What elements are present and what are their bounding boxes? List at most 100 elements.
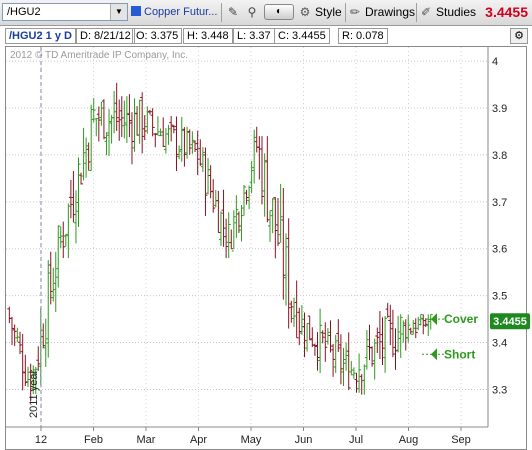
candle bbox=[177, 145, 182, 160]
candle bbox=[150, 108, 155, 137]
candle bbox=[174, 116, 179, 172]
candle bbox=[351, 367, 356, 379]
candle bbox=[257, 136, 262, 180]
candle bbox=[36, 346, 41, 371]
candle bbox=[359, 374, 364, 395]
candle bbox=[71, 170, 76, 223]
candle bbox=[226, 212, 231, 259]
candle bbox=[200, 147, 205, 172]
candle bbox=[367, 324, 372, 361]
candle bbox=[206, 158, 211, 195]
candle bbox=[346, 332, 351, 391]
annotation-label: Cover bbox=[444, 312, 478, 326]
candle bbox=[244, 189, 249, 205]
candle bbox=[153, 132, 158, 148]
candle bbox=[265, 136, 270, 223]
candle bbox=[163, 127, 168, 154]
candle bbox=[96, 106, 101, 142]
candle bbox=[76, 157, 81, 227]
candle bbox=[112, 90, 117, 134]
candle bbox=[416, 316, 421, 331]
x-tick-label: Jul bbox=[349, 434, 363, 446]
candle bbox=[41, 323, 46, 349]
candle bbox=[362, 364, 367, 395]
candle bbox=[161, 117, 166, 147]
candle bbox=[426, 314, 431, 337]
candle bbox=[137, 99, 142, 144]
candle bbox=[286, 218, 291, 329]
candle bbox=[182, 127, 187, 167]
candle bbox=[310, 327, 315, 348]
candle bbox=[114, 82, 119, 131]
candle bbox=[135, 106, 140, 136]
candle bbox=[331, 343, 336, 377]
candle bbox=[323, 322, 328, 362]
candle bbox=[221, 189, 226, 247]
y-tick-label: 3.5 bbox=[492, 291, 507, 303]
candle bbox=[318, 308, 323, 374]
candle bbox=[89, 104, 94, 171]
y-tick-label: 3.4 bbox=[492, 338, 507, 350]
candle bbox=[132, 98, 137, 152]
candle bbox=[46, 260, 51, 358]
x-tick-label: Apr bbox=[190, 434, 207, 446]
x-tick-label: Sep bbox=[451, 434, 471, 446]
candle bbox=[58, 226, 63, 249]
candle bbox=[66, 203, 71, 259]
candle bbox=[357, 353, 362, 393]
candle bbox=[421, 314, 426, 335]
candle bbox=[401, 320, 406, 343]
candle bbox=[328, 320, 333, 353]
candle bbox=[239, 205, 244, 242]
candle bbox=[79, 172, 84, 185]
candle bbox=[305, 323, 310, 352]
x-tick-label: May bbox=[241, 434, 262, 446]
candle bbox=[218, 211, 223, 246]
price-chart[interactable]: 2011 year 3.3 3.4 3.5 3.6 3.7 3.8 3.9 4 12 Feb Mar… bbox=[0, 0, 532, 450]
candle bbox=[145, 106, 150, 134]
candle bbox=[224, 218, 229, 259]
candle bbox=[190, 131, 195, 154]
candle bbox=[86, 142, 91, 171]
y-tick-label: 3.9 bbox=[492, 103, 507, 115]
candle bbox=[56, 225, 61, 288]
candle bbox=[254, 126, 259, 153]
candle bbox=[349, 361, 354, 376]
candle bbox=[208, 165, 213, 199]
candle bbox=[408, 327, 413, 335]
candle bbox=[344, 342, 349, 371]
candle bbox=[203, 147, 208, 217]
candle bbox=[109, 114, 114, 144]
candle bbox=[68, 179, 73, 219]
trade-annotation: Short bbox=[422, 347, 475, 361]
candle bbox=[375, 327, 380, 353]
candle bbox=[278, 183, 283, 243]
annotation-arrow-icon bbox=[431, 348, 437, 361]
y-tick-label: 3.3 bbox=[492, 384, 507, 396]
x-tick-label: Feb bbox=[84, 434, 103, 446]
candle bbox=[155, 116, 160, 136]
candle bbox=[297, 307, 302, 346]
candle bbox=[315, 332, 320, 371]
current-price-tag: 3.4455 bbox=[490, 313, 530, 330]
candle bbox=[61, 221, 66, 259]
candle bbox=[166, 124, 171, 145]
candle bbox=[187, 129, 192, 155]
candle bbox=[406, 314, 411, 343]
candle bbox=[383, 316, 388, 373]
candle bbox=[119, 96, 124, 137]
candle bbox=[294, 280, 299, 339]
candle bbox=[193, 140, 198, 152]
candle bbox=[385, 302, 390, 318]
candle bbox=[341, 347, 346, 387]
candle bbox=[15, 327, 20, 343]
candle bbox=[325, 328, 330, 345]
candle bbox=[270, 198, 275, 234]
candle bbox=[122, 100, 127, 139]
candle bbox=[336, 319, 341, 352]
candle bbox=[284, 233, 288, 306]
candle bbox=[393, 328, 398, 370]
candle bbox=[140, 92, 145, 154]
candle bbox=[396, 315, 401, 353]
candle bbox=[320, 330, 325, 344]
